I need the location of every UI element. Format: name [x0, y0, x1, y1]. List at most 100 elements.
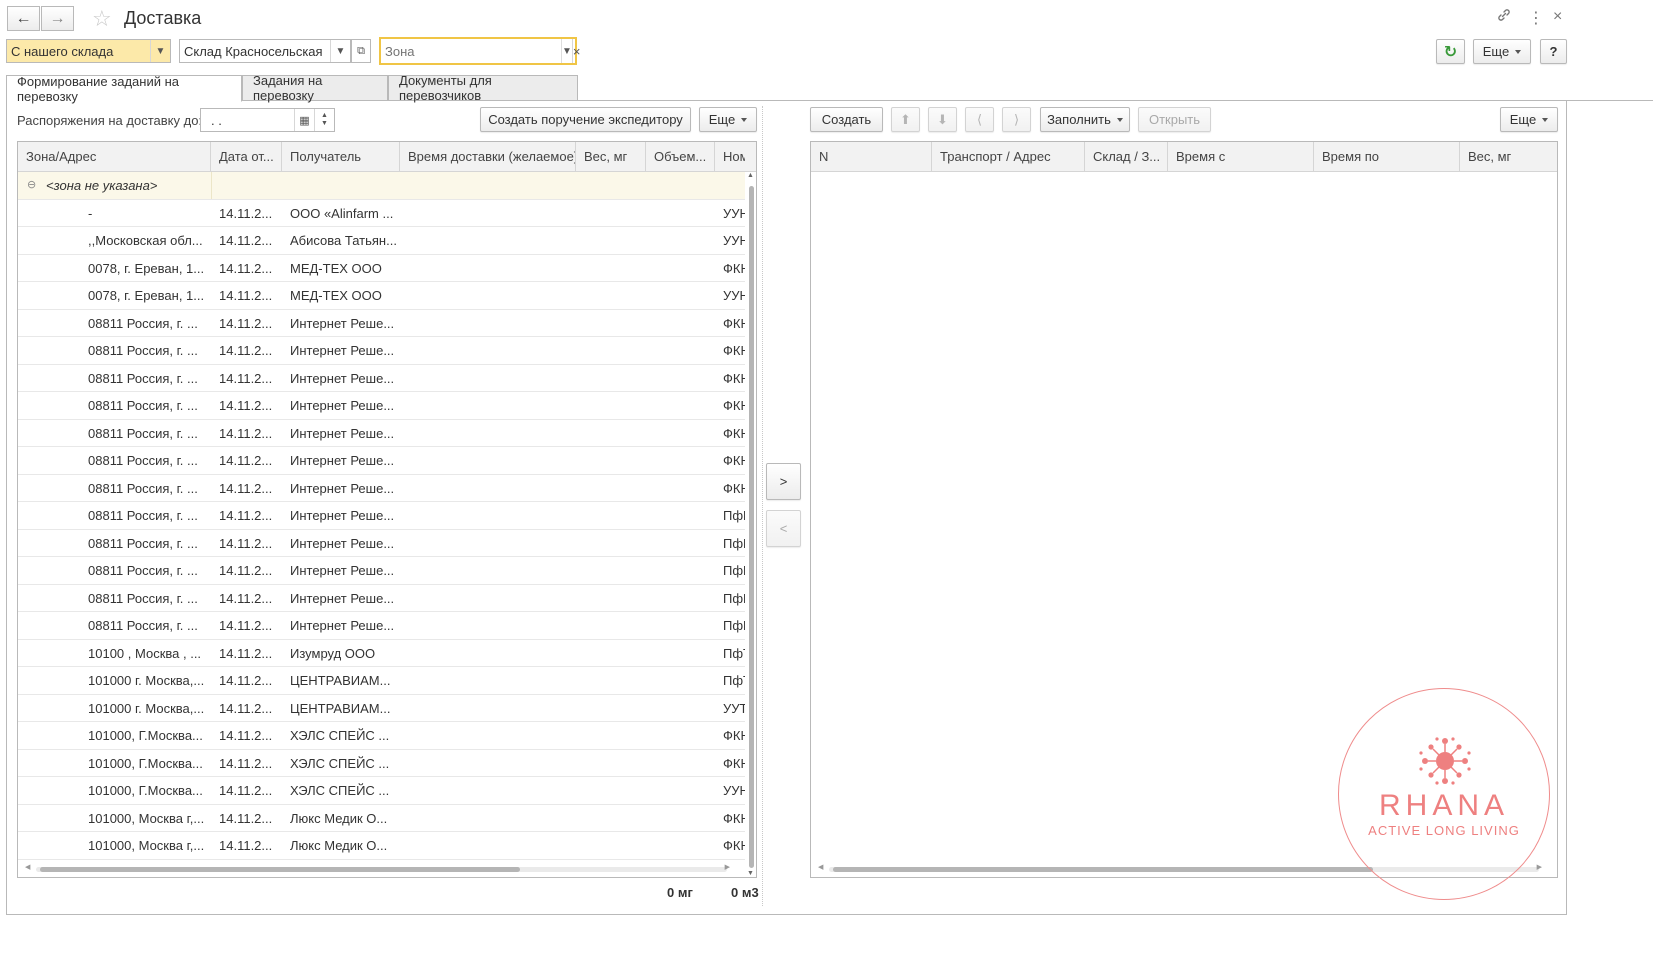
orders-horizontal-scrollbar[interactable]: ◀ ▶	[18, 863, 745, 875]
column-zone-address[interactable]: Зона/Адрес	[18, 142, 211, 172]
more-button-right[interactable]: Еще	[1500, 107, 1558, 132]
table-row[interactable]: 101000, Москва г,... 14.11.2... Люкс Медик…	[18, 805, 745, 832]
orders-vertical-scrollbar[interactable]: ▲ ▼	[746, 172, 756, 877]
link-icon[interactable]	[1496, 7, 1512, 28]
table-row[interactable]: 0078, г. Ереван, 1... 14.11.2... МЕД-ТЕХ О…	[18, 282, 745, 310]
table-row[interactable]: 08811 Россия, г. ... 14.11.2... Интернет Р…	[18, 310, 745, 337]
table-row[interactable]: 08811 Россия, г. ... 14.11.2... Интернет Р…	[18, 447, 745, 475]
warehouse-select[interactable]: Склад Красносельская ▼	[179, 39, 351, 63]
column-delivery-time[interactable]: Время доставки (желаемое)	[400, 142, 576, 172]
table-row[interactable]: 101000 г. Москва,... 14.11.2... ЦЕНТРАВИАМ…	[18, 695, 745, 722]
table-row[interactable]: 101000, Г.Москва... 14.11.2... ХЭЛС СПЕЙС …	[18, 777, 745, 805]
chevron-down-icon[interactable]: ▼	[330, 40, 350, 62]
back-button[interactable]: ←	[7, 6, 40, 31]
scroll-down-icon[interactable]: ▼	[747, 870, 754, 877]
scroll-left-icon[interactable]: ◀	[818, 863, 823, 871]
split-button[interactable]: ⟨	[965, 107, 994, 132]
table-row[interactable]: 08811 Россия, г. ... 14.11.2... Интернет Р…	[18, 585, 745, 612]
column-time-to[interactable]: Время по	[1314, 142, 1460, 172]
column-weight[interactable]: Вес, мг	[1460, 142, 1557, 172]
close-icon[interactable]: ×	[1553, 8, 1562, 26]
calendar-icon[interactable]: ▦	[294, 109, 314, 131]
move-down-button[interactable]: ⬇	[928, 107, 957, 132]
chevron-down-icon[interactable]: ▼	[150, 40, 170, 62]
scrollbar-thumb[interactable]	[833, 867, 1373, 872]
table-row[interactable]: 08811 Россия, г. ... 14.11.2... Интернет Р…	[18, 475, 745, 502]
date-filter-label: Распоряжения на доставку до:	[17, 113, 203, 128]
column-nom[interactable]: Ном	[715, 142, 745, 172]
tab-form-tasks[interactable]: Формирование заданий на перевозку	[6, 74, 242, 104]
cell-address: 101000, Г.Москва...	[88, 728, 203, 743]
source-select[interactable]: С нашего склада ▼	[6, 39, 171, 63]
table-row[interactable]: 101000, Москва г,... 14.11.2... Люкс Медик…	[18, 832, 745, 860]
move-left-button[interactable]: <	[766, 510, 801, 547]
date-stepper[interactable]: ▲ ▼	[314, 109, 334, 131]
table-row[interactable]: 08811 Россия, г. ... 14.11.2... Интернет Р…	[18, 557, 745, 585]
column-transport-address[interactable]: Транспорт / Адрес	[932, 142, 1085, 172]
cell-nom: ПфН	[723, 508, 745, 523]
group-row[interactable]: ⊖ <зона не указана>	[18, 172, 745, 200]
cell-address: 101000, Москва г,...	[88, 810, 205, 826]
more-button-header[interactable]: Еще	[1473, 39, 1531, 64]
table-row[interactable]: 101000, Г.Москва... 14.11.2... ХЭЛС СПЕЙС …	[18, 750, 745, 777]
move-right-button[interactable]: >	[766, 463, 801, 500]
tab-carrier-documents[interactable]: Документы для перевозчиков	[388, 73, 578, 103]
merge-button[interactable]: ⟩	[1002, 107, 1031, 132]
table-row[interactable]: ,,Московская обл... 14.11.2... Абисова Тат…	[18, 227, 745, 255]
fill-button[interactable]: Заполнить	[1040, 107, 1130, 132]
column-time-from[interactable]: Время с	[1168, 142, 1314, 172]
table-row[interactable]: 08811 Россия, г. ... 14.11.2... Интернет Р…	[18, 530, 745, 557]
table-row[interactable]: - 14.11.2... ООО «Alinfarm ... УУН	[18, 200, 745, 227]
scrollbar-thumb[interactable]	[749, 186, 754, 868]
help-button[interactable]: ?	[1540, 39, 1567, 64]
table-row[interactable]: 08811 Россия, г. ... 14.11.2... Интернет Р…	[18, 420, 745, 447]
scroll-left-icon[interactable]: ◀	[25, 863, 30, 871]
column-weight[interactable]: Вес, мг	[576, 142, 646, 172]
table-row[interactable]: 08811 Россия, г. ... 14.11.2... Интернет Р…	[18, 392, 745, 420]
chevron-down-icon[interactable]: ▼	[561, 39, 572, 63]
table-row[interactable]: 10100 , Москва , ... 14.11.2... Изумруд ОО…	[18, 640, 745, 667]
stepper-down-icon[interactable]: ▼	[321, 120, 328, 128]
create-forwarder-order-button[interactable]: Создать поручение экспедитору	[480, 107, 691, 132]
tasks-table-header: N Транспорт / Адрес Склад / З... Время с…	[811, 142, 1557, 172]
cell-date: 14.11.2...	[219, 453, 273, 468]
cell-nom: ФКН	[723, 838, 745, 853]
scroll-up-icon[interactable]: ▲	[747, 172, 754, 179]
column-number[interactable]: N	[811, 142, 932, 172]
table-row[interactable]: 08811 Россия, г. ... 14.11.2... Интернет Р…	[18, 337, 745, 365]
cell-nom: УУН	[723, 233, 745, 248]
forward-button[interactable]: →	[41, 6, 74, 31]
panel-splitter[interactable]	[762, 106, 763, 906]
stepper-up-icon[interactable]: ▲	[321, 112, 328, 120]
clear-icon[interactable]: ×	[571, 39, 581, 63]
table-row[interactable]: 101000, Г.Москва... 14.11.2... ХЭЛС СПЕЙС …	[18, 722, 745, 750]
refresh-button[interactable]: ↻	[1436, 39, 1465, 64]
table-row[interactable]: 08811 Россия, г. ... 14.11.2... Интернет Р…	[18, 502, 745, 530]
date-filter-input[interactable]: . . ▦ ▲ ▼	[200, 108, 335, 132]
column-warehouse-zone[interactable]: Склад / З...	[1085, 142, 1168, 172]
table-row[interactable]: 08811 Россия, г. ... 14.11.2... Интернет Р…	[18, 365, 745, 392]
more-button-left[interactable]: Еще	[699, 107, 757, 132]
open-warehouse-button[interactable]: ⧉	[351, 39, 371, 63]
scroll-right-icon[interactable]: ▶	[725, 863, 730, 871]
column-date[interactable]: Дата от...	[211, 142, 282, 172]
column-recipient[interactable]: Получатель	[282, 142, 400, 172]
table-row[interactable]: 0078, г. Ереван, 1... 14.11.2... МЕД-ТЕХ О…	[18, 255, 745, 282]
cell-address: 08811 Россия, г. ...	[88, 563, 198, 578]
collapse-icon[interactable]: ⊖	[22, 172, 36, 199]
table-row[interactable]: 101000 г. Москва,... 14.11.2... ЦЕНТРАВИАМ…	[18, 667, 745, 695]
favorite-star-icon[interactable]: ☆	[92, 6, 112, 32]
more-vertical-icon[interactable]: ⋮	[1528, 8, 1544, 28]
open-button[interactable]: Открыть	[1138, 107, 1211, 132]
cell-date: 14.11.2...	[219, 783, 273, 798]
tab-transport-tasks[interactable]: Задания на перевозку	[242, 73, 388, 103]
scrollbar-thumb[interactable]	[40, 867, 520, 872]
create-button[interactable]: Создать	[810, 107, 883, 132]
move-up-button[interactable]: ⬆	[891, 107, 920, 132]
zone-input-text[interactable]	[381, 43, 561, 59]
cell-recipient: Интернет Реше...	[290, 370, 395, 386]
column-volume[interactable]: Объем...	[646, 142, 715, 172]
table-row[interactable]: 08811 Россия, г. ... 14.11.2... Интернет Р…	[18, 612, 745, 640]
zone-input[interactable]: ▼ ×	[379, 37, 581, 65]
scroll-right-icon[interactable]: ▶	[1537, 863, 1542, 871]
